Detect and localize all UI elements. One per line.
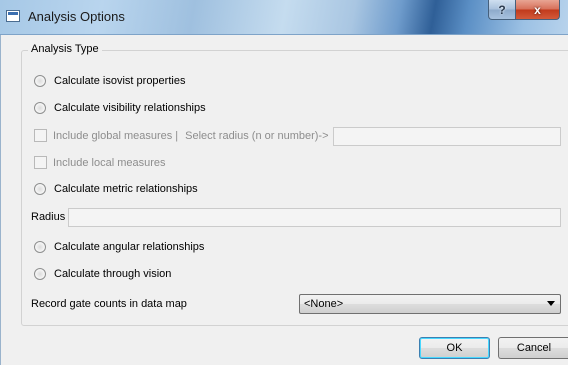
close-icon: x [534,2,541,17]
metric-label: Calculate metric relationships [54,183,198,195]
local-measures-label: Include local measures [53,156,166,169]
through-vision-option[interactable]: Calculate through vision [34,268,171,280]
visibility-label: Calculate visibility relationships [54,102,206,114]
metric-radio[interactable] [34,183,46,195]
local-measures-option[interactable]: Include local measures [34,156,166,169]
global-measures-option[interactable]: Include global measures | Select radius … [34,129,329,142]
visibility-radio[interactable] [34,102,46,114]
isovist-radio[interactable] [34,75,46,87]
angular-radio[interactable] [34,241,46,253]
gate-counts-label: Record gate counts in data map [31,298,187,310]
local-measures-checkbox[interactable] [34,156,47,169]
radius-input[interactable] [68,208,561,227]
metric-option[interactable]: Calculate metric relationships [34,183,198,195]
select-radius-label: Select radius (n or number)-> [185,129,329,142]
through-vision-radio[interactable] [34,268,46,280]
cancel-button[interactable]: Cancel [498,337,568,359]
window-title: Analysis Options [28,9,125,24]
angular-label: Calculate angular relationships [54,241,205,253]
select-radius-input[interactable] [333,127,561,146]
analysis-type-title: Analysis Type [28,43,102,55]
isovist-option[interactable]: Calculate isovist properties [34,75,185,87]
close-button[interactable]: x [516,0,560,20]
gate-counts-selected: <None> [304,298,344,310]
caption-buttons: ? x [488,0,560,20]
chevron-down-icon [547,301,555,306]
isovist-label: Calculate isovist properties [54,75,186,87]
title-bar[interactable]: Analysis Options ? x [0,0,568,35]
app-window-icon [6,10,20,22]
global-measures-checkbox[interactable] [34,129,47,142]
through-vision-label: Calculate through vision [54,268,172,280]
dialog-client-area: Analysis Type Calculate isovist properti… [0,35,568,365]
visibility-option[interactable]: Calculate visibility relationships [34,102,206,114]
angular-option[interactable]: Calculate angular relationships [34,241,204,253]
radius-label: Radius [31,211,66,223]
help-icon: ? [498,2,506,17]
global-measures-label: Include global measures | [53,129,179,142]
gate-counts-select[interactable]: <None> [299,294,561,314]
help-button[interactable]: ? [488,0,516,20]
ok-button[interactable]: OK [419,337,490,359]
analysis-options-dialog: Analysis Options ? x Analysis Type Calcu… [0,0,568,365]
